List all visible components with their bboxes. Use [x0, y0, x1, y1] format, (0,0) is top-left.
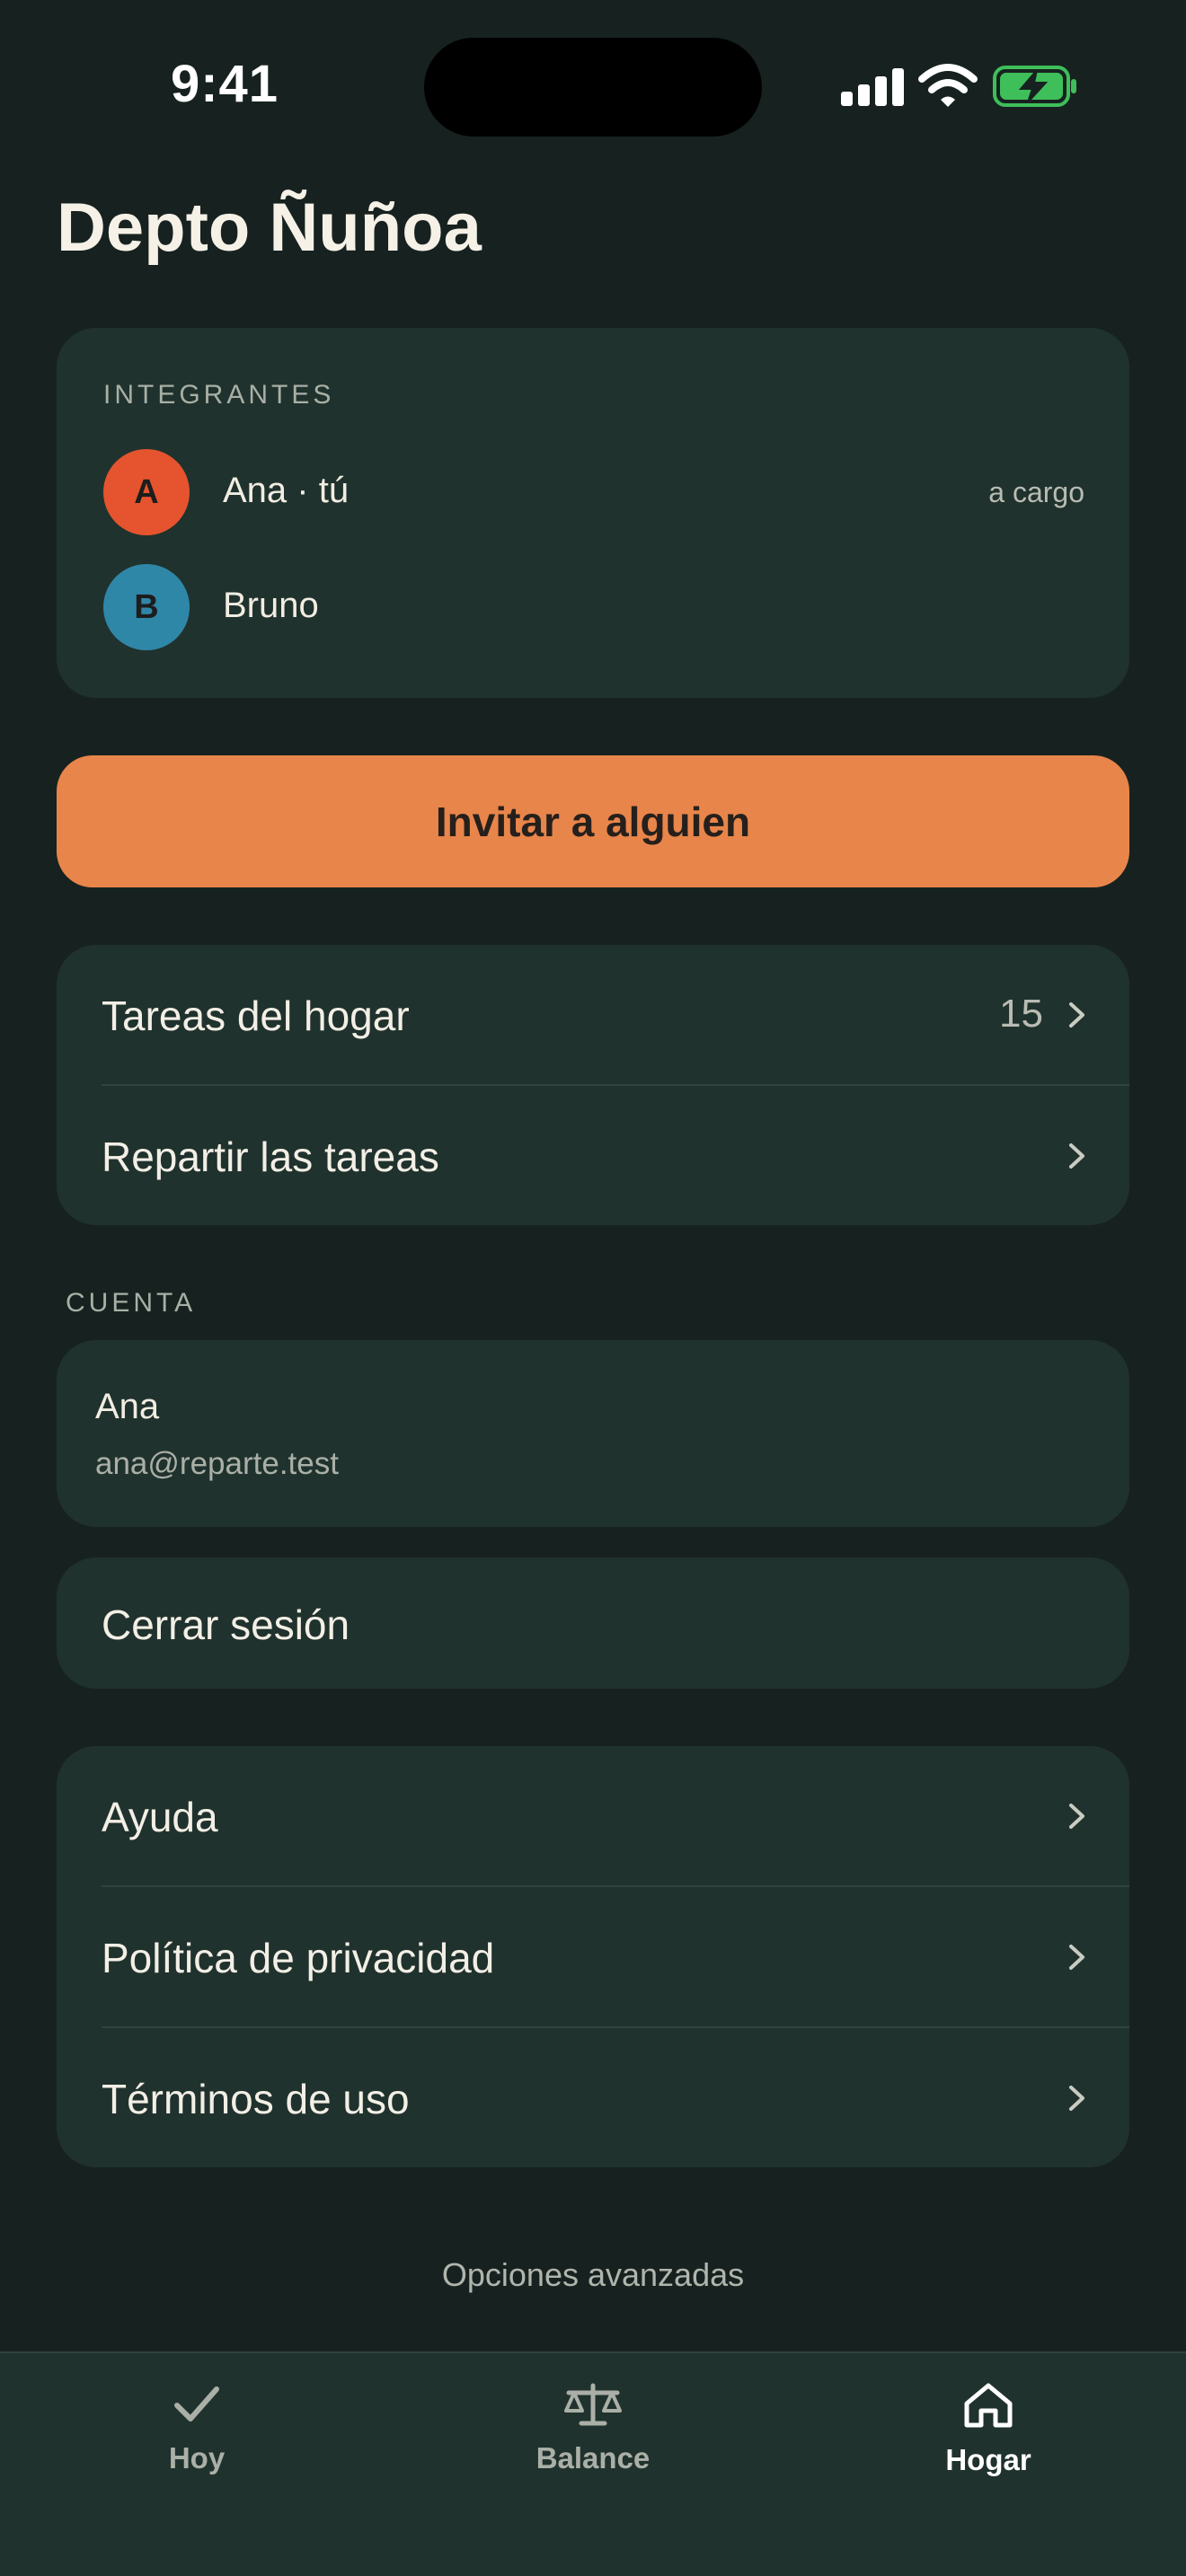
signal-icon [841, 66, 904, 106]
member-row-bruno[interactable]: B Bruno [103, 564, 1084, 650]
status-time: 9:41 [170, 55, 279, 113]
account-name: Ana [95, 1387, 160, 1426]
chevron-right-icon [1069, 1804, 1084, 1829]
list-item-label: Términos de uso [102, 2076, 410, 2122]
tab-today[interactable]: Hoy [89, 2380, 305, 2497]
chevron-right-icon [1069, 1143, 1084, 1169]
list-item-label: Repartir las tareas [102, 1134, 439, 1180]
list-item-label: Política de privacidad [102, 1935, 495, 1981]
scale-icon [564, 2383, 622, 2426]
tab-home[interactable]: Hogar [881, 2380, 1096, 2497]
avatar: B [103, 564, 190, 650]
member-role-badge: a cargo [988, 476, 1084, 508]
list-item-household-tasks[interactable]: Tareas del hogar 15 [57, 945, 1129, 1086]
tab-balance[interactable]: Balance [485, 2380, 701, 2497]
chevron-right-icon [1069, 1945, 1084, 1970]
list-item-help[interactable]: Ayuda [57, 1746, 1129, 1887]
battery-charging-icon [993, 66, 1076, 107]
chevron-right-icon [1069, 2086, 1084, 2111]
invite-button[interactable]: Invitar a alguien [57, 755, 1129, 887]
list-item-split-tasks[interactable]: Repartir las tareas [57, 1086, 1129, 1227]
account-card: Ana ana@reparte.test [57, 1340, 1129, 1527]
logout-label: Cerrar sesión [102, 1601, 350, 1648]
account-section-label: CUENTA [66, 1288, 197, 1318]
tab-label: Hoy [168, 2441, 226, 2475]
avatar: A [103, 449, 190, 535]
account-email: ana@reparte.test [95, 1446, 339, 1481]
tasks-card: Tareas del hogar 15 Repartir las tareas [57, 945, 1129, 1225]
list-item-privacy-policy[interactable]: Política de privacidad [57, 1887, 1129, 2028]
advanced-options-link[interactable]: Opciones avanzadas [0, 2256, 1186, 2294]
status-bar: 9:41 [0, 0, 1186, 171]
list-item-label: Ayuda [102, 1794, 218, 1840]
member-name: Ana · tú [223, 471, 350, 510]
wifi-icon [918, 64, 978, 107]
page-title: Depto Ñuñoa [57, 190, 482, 266]
tab-bar: Hoy Balance Hogar [0, 2351, 1186, 2576]
task-count: 15 [999, 992, 1043, 1036]
chevron-right-icon [1069, 1002, 1084, 1028]
list-item-terms-of-use[interactable]: Términos de uso [57, 2028, 1129, 2169]
tab-label: Balance [535, 2441, 651, 2475]
members-card: INTEGRANTES A Ana · tú a cargo B Bruno [57, 328, 1129, 698]
checkmark-icon [174, 2386, 219, 2422]
members-section-label: INTEGRANTES [103, 380, 335, 410]
help-card: Ayuda Política de privacidad Términos de… [57, 1746, 1129, 2167]
tab-label: Hogar [945, 2443, 1031, 2476]
dynamic-island [424, 38, 762, 137]
list-item-label: Tareas del hogar [102, 992, 410, 1039]
member-name: Bruno [223, 586, 319, 625]
logout-button[interactable]: Cerrar sesión [57, 1557, 1129, 1689]
member-row-ana[interactable]: A Ana · tú a cargo [103, 449, 1084, 535]
home-icon [964, 2383, 1013, 2428]
